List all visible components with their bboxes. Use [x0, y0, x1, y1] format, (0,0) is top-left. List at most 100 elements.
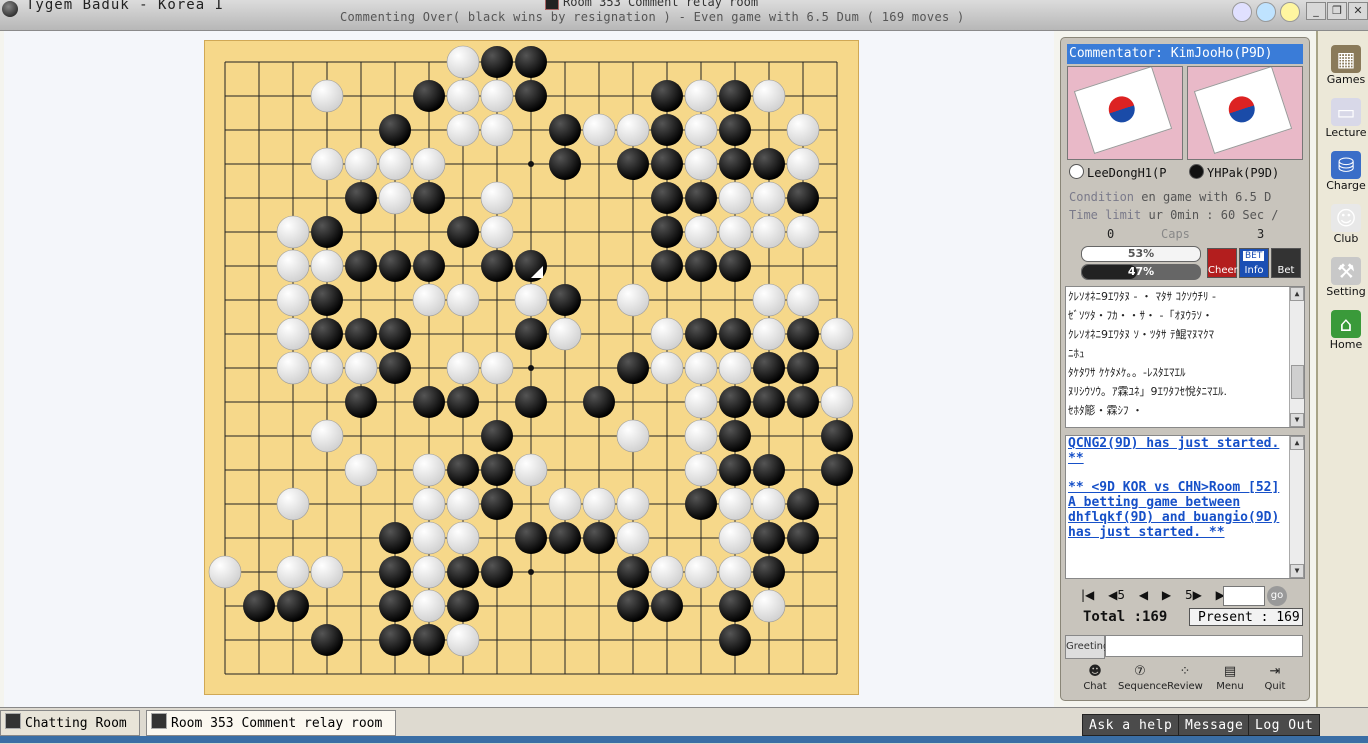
black-player[interactable]: YHPak(P9D)	[1189, 164, 1305, 182]
white-stone	[684, 419, 718, 453]
tab-comment-room[interactable]: Room 353 Comment relay room	[146, 710, 396, 736]
cheer-button[interactable]: Cheer	[1207, 248, 1238, 278]
sidebar-home-button[interactable]: ⌂ Home	[1322, 308, 1368, 356]
black-stone	[311, 284, 343, 316]
black-stone	[651, 148, 683, 180]
black-stone	[685, 318, 717, 350]
white-stone	[480, 79, 514, 113]
board-grid[interactable]	[205, 41, 858, 694]
white-stone	[684, 453, 718, 487]
black-stone	[719, 80, 751, 112]
white-stone	[582, 113, 616, 147]
black-stone	[583, 386, 615, 418]
black-stone	[379, 556, 411, 588]
comment-scrollbar[interactable]: ▲ ▼	[1289, 287, 1304, 427]
white-stone	[616, 113, 650, 147]
black-stone	[753, 386, 785, 418]
back-5-button[interactable]: ◀5	[1108, 588, 1125, 602]
review-button[interactable]: ⁘ Review	[1163, 662, 1207, 696]
white-stone	[650, 555, 684, 589]
total-moves: Total :169	[1083, 609, 1168, 625]
move-number-input[interactable]	[1223, 586, 1265, 606]
sidebar-games-button[interactable]: ▦ Games	[1322, 43, 1368, 91]
close-button[interactable]: ✕	[1348, 2, 1368, 20]
sidebar-label: Club	[1333, 232, 1359, 245]
tool-label: Chat	[1083, 681, 1107, 692]
logout-button[interactable]: Log Out	[1248, 714, 1321, 736]
help-icon[interactable]	[1280, 2, 1300, 22]
white-stone	[752, 181, 786, 215]
system-notice[interactable]: QCNG2(9D) has just started. **	[1066, 436, 1282, 466]
greeting-input[interactable]	[1105, 635, 1303, 657]
sequence-button[interactable]: ⑦ Sequence	[1118, 662, 1167, 696]
black-stone	[651, 114, 683, 146]
sidebar-charge-button[interactable]: ⛁ Charge	[1322, 149, 1368, 197]
comment-chat-box[interactable]: ｸﾚｿｵﾈﾆ9ｴﾜﾀﾇ - ・ ﾏﾀｻ ｺｸｿｳﾁﾘ - ｾﾞｿﾂﾀ・ﾌｶ・・ｻ・…	[1065, 286, 1305, 428]
scroll-up-icon[interactable]: ▲	[1290, 287, 1304, 301]
comment-line: ｸﾚｿｵﾈﾆ9ｴﾜﾀﾇ ｿ・ﾂﾀｻ ﾃ鯤ﾏﾇﾏｸﾏ	[1068, 328, 1214, 341]
white-stone	[752, 215, 786, 249]
sidebar-lecture-button[interactable]: ▭ Lecture	[1322, 96, 1368, 144]
black-stone	[515, 522, 547, 554]
white-stone	[446, 45, 480, 79]
black-captures: 3	[1257, 227, 1265, 241]
restore-button[interactable]: ❐	[1327, 2, 1347, 20]
comment-line: ｸﾚｿｵﾈﾆ9ｴﾜﾀﾇ - ・ ﾏﾀｻ ｺｸｿｳﾁﾘ -	[1068, 290, 1216, 303]
black-stone	[379, 250, 411, 282]
sidebar-label: Home	[1329, 338, 1363, 351]
white-stone	[650, 351, 684, 385]
sidebar-club-button[interactable]: ☺ Club	[1322, 202, 1368, 250]
ask-help-button[interactable]: Ask a help	[1082, 714, 1180, 736]
star-point	[528, 569, 534, 575]
black-stone	[617, 590, 649, 622]
black-stone	[651, 80, 683, 112]
greeting-button[interactable]: Greeting	[1065, 635, 1109, 659]
captures-label: Caps	[1161, 227, 1190, 241]
pen-icon[interactable]	[1232, 2, 1252, 22]
bet-button[interactable]: Bet	[1271, 248, 1301, 278]
comment-line: ｾﾎﾀ簓・霖ｼﾌ ・	[1068, 404, 1143, 417]
white-stone	[344, 147, 378, 181]
forward-1-button[interactable]: ▶	[1162, 588, 1171, 602]
go-board[interactable]	[204, 40, 859, 695]
chat-button[interactable]: ☻ Chat	[1073, 662, 1117, 696]
black-stone	[515, 80, 547, 112]
menu-button[interactable]: ▤ Menu	[1208, 662, 1252, 696]
scroll-up-icon[interactable]: ▲	[1290, 436, 1304, 450]
white-stone	[684, 215, 718, 249]
scroll-down-icon[interactable]: ▼	[1290, 413, 1304, 427]
white-stone	[310, 419, 344, 453]
white-stone	[548, 487, 582, 521]
white-stone	[412, 487, 446, 521]
back-1-button[interactable]: ◀	[1139, 588, 1148, 602]
info-button[interactable]: BET Info	[1239, 248, 1269, 278]
notice-box[interactable]: QCNG2(9D) has just started. ** ** <9D KOR…	[1065, 435, 1305, 579]
black-stone	[651, 590, 683, 622]
white-player[interactable]: LeeDongH1(P	[1069, 164, 1185, 182]
white-stone	[684, 385, 718, 419]
tab-chatting-room[interactable]: Chatting Room	[0, 710, 140, 736]
quit-button[interactable]: ⇥ Quit	[1253, 662, 1297, 696]
system-notice[interactable]: ** <9D KOR vs CHN>Room [52] A betting ga…	[1066, 480, 1282, 540]
forward-5-button[interactable]: 5▶	[1185, 588, 1202, 602]
message-button[interactable]: Message	[1178, 714, 1251, 736]
black-stone	[447, 556, 479, 588]
white-stone	[548, 317, 582, 351]
black-stone	[379, 352, 411, 384]
white-stone	[616, 419, 650, 453]
scroll-down-icon[interactable]: ▼	[1290, 564, 1304, 578]
sidebar-label: Games	[1326, 73, 1366, 86]
black-stone	[549, 148, 581, 180]
board-icon	[151, 713, 167, 729]
sidebar-setting-button[interactable]: ⚒ Setting	[1322, 255, 1368, 303]
black-stone	[821, 454, 853, 486]
go-button[interactable]: go	[1267, 586, 1287, 606]
minimize-button[interactable]: _	[1306, 2, 1326, 20]
first-move-button[interactable]: |◀	[1081, 588, 1094, 602]
black-stone	[753, 556, 785, 588]
notice-scrollbar[interactable]: ▲ ▼	[1289, 436, 1304, 578]
search-icon[interactable]	[1256, 2, 1276, 22]
black-stone	[719, 318, 751, 350]
white-stone	[684, 147, 718, 181]
black-stone	[345, 250, 377, 282]
